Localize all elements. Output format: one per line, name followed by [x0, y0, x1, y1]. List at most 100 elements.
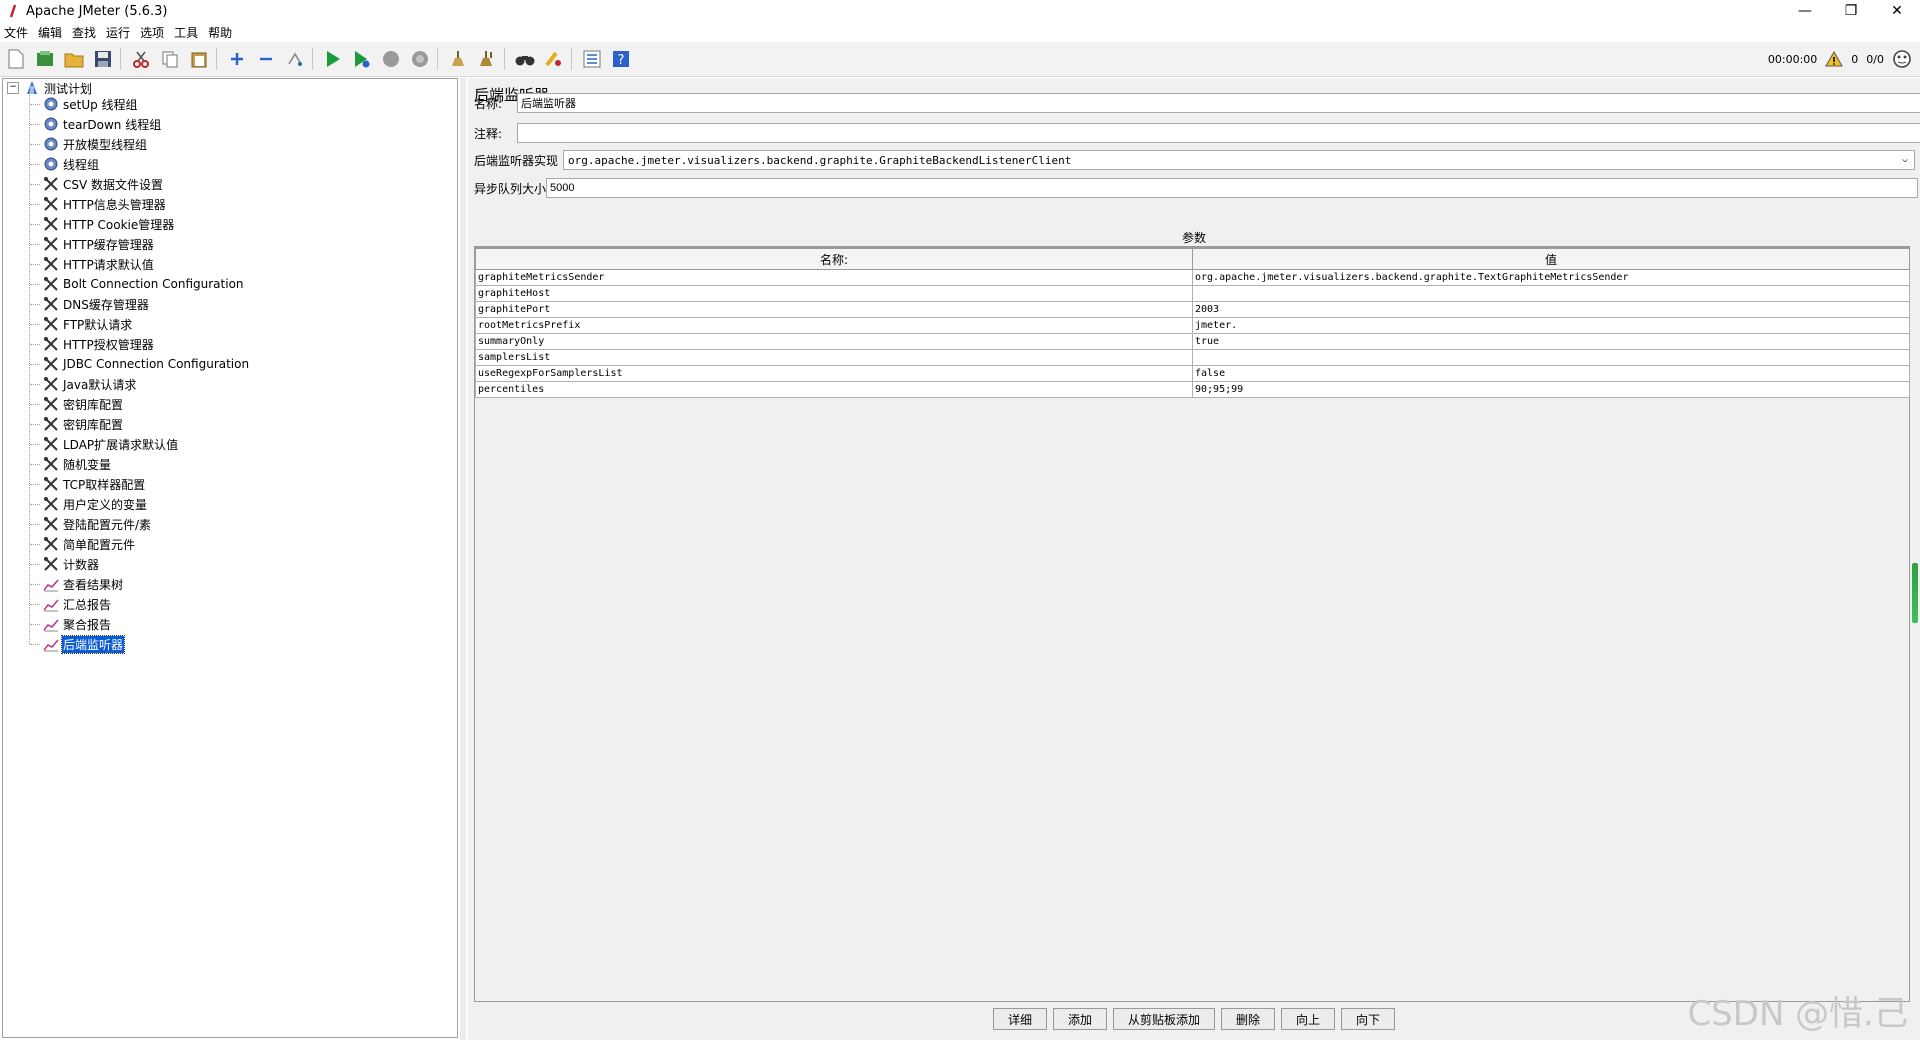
reset-search-button[interactable] — [541, 46, 567, 72]
parameter-value-cell[interactable]: org.apache.jmeter.visualizers.backend.gr… — [1192, 269, 1910, 286]
tree-node[interactable]: 用户定义的变量 — [43, 495, 148, 513]
open-button[interactable] — [61, 46, 87, 72]
close-button[interactable]: ✕ — [1874, 0, 1920, 22]
tree-node[interactable]: HTTP请求默认值 — [43, 255, 155, 273]
tree-node[interactable]: 开放模型线程组 — [43, 135, 148, 153]
table-row[interactable]: percentiles 90;95;99 — [475, 381, 1910, 398]
delete-button[interactable]: 删除 — [1221, 1008, 1276, 1030]
tree-node[interactable]: HTTP信息头管理器 — [43, 195, 167, 213]
tree-node[interactable]: 随机变量 — [43, 455, 112, 473]
add-from-clipboard-button[interactable]: 从剪贴板添加 — [1112, 1008, 1215, 1030]
parameter-name-cell[interactable]: graphiteHost — [475, 285, 1193, 302]
menu-run[interactable]: 运行 — [102, 24, 136, 41]
menu-help[interactable]: 帮助 — [204, 24, 238, 41]
cut-button[interactable] — [128, 46, 154, 72]
paste-button[interactable] — [186, 46, 212, 72]
save-button[interactable] — [90, 46, 116, 72]
column-header-value[interactable]: 值 — [1192, 247, 1910, 270]
tree-node[interactable]: 聚合报告 — [43, 615, 112, 633]
tree-node[interactable]: 简单配置元件 — [43, 535, 136, 553]
queue-size-input[interactable] — [546, 178, 1918, 198]
search-button[interactable] — [512, 46, 538, 72]
tree-node[interactable]: HTTP Cookie管理器 — [43, 215, 175, 233]
stop-button[interactable] — [378, 46, 404, 72]
parameter-name-cell[interactable]: useRegexpForSamplersList — [475, 365, 1193, 382]
parameter-value-cell[interactable]: 90;95;99 — [1192, 381, 1910, 398]
menu-edit[interactable]: 编辑 — [34, 24, 68, 41]
tree-node[interactable]: CSV 数据文件设置 — [43, 175, 164, 193]
start-no-pauses-button[interactable] — [349, 46, 375, 72]
tree-node[interactable]: 汇总报告 — [43, 595, 112, 613]
function-helper-button[interactable] — [579, 46, 605, 72]
detail-button[interactable]: 详细 — [992, 1008, 1047, 1030]
tree-node[interactable]: 登陆配置元件/素 — [43, 515, 152, 533]
collapse-button[interactable] — [253, 46, 279, 72]
new-button[interactable] — [3, 46, 29, 72]
minimize-button[interactable]: — — [1782, 0, 1828, 22]
toggle-button[interactable] — [282, 46, 308, 72]
tree-node[interactable]: 查看结果树 — [43, 575, 124, 593]
parameter-name-cell[interactable]: graphitePort — [475, 301, 1193, 318]
parameter-name-cell[interactable]: graphiteMetricsSender — [475, 269, 1193, 286]
table-row[interactable]: rootMetricsPrefix jmeter. — [475, 317, 1910, 334]
move-up-button[interactable]: 向上 — [1281, 1008, 1336, 1030]
clear-all-button[interactable] — [474, 46, 500, 72]
column-header-name[interactable]: 名称: — [475, 247, 1193, 270]
tree-node[interactable]: 密钥库配置 — [43, 415, 124, 433]
tree-node[interactable]: 计数器 — [43, 555, 100, 573]
tree-node[interactable]: tearDown 线程组 — [43, 115, 162, 133]
parameter-value-cell[interactable]: true — [1192, 333, 1910, 350]
tree-node[interactable]: 线程组 — [43, 155, 100, 173]
menu-search[interactable]: 查找 — [68, 24, 102, 41]
tree-node[interactable]: Java默认请求 — [43, 375, 137, 393]
menu-file[interactable]: 文件 — [0, 24, 34, 41]
copy-button[interactable] — [157, 46, 183, 72]
table-row[interactable]: graphitePort 2003 — [475, 301, 1910, 318]
start-button[interactable] — [320, 46, 346, 72]
menu-options[interactable]: 选项 — [136, 24, 170, 41]
tree-node[interactable]: 后端监听器 — [43, 634, 126, 654]
parameter-name-cell[interactable]: summaryOnly — [475, 333, 1193, 350]
tree-node[interactable]: FTP默认请求 — [43, 315, 133, 333]
tree-node[interactable]: Bolt Connection Configuration — [43, 275, 245, 293]
parameter-value-cell[interactable]: false — [1192, 365, 1910, 382]
parameter-value-cell[interactable]: 2003 — [1192, 301, 1910, 318]
tree-node[interactable]: DNS缓存管理器 — [43, 295, 150, 313]
restore-button[interactable]: ❐ — [1828, 0, 1874, 22]
tree-node[interactable]: 密钥库配置 — [43, 395, 124, 413]
scroll-indicator[interactable] — [1912, 563, 1918, 623]
tree-node[interactable]: JDBC Connection Configuration — [43, 355, 250, 373]
menu-tools[interactable]: 工具 — [170, 24, 204, 41]
parameter-name-cell[interactable]: rootMetricsPrefix — [475, 317, 1193, 334]
move-down-button[interactable]: 向下 — [1341, 1008, 1396, 1030]
tree-node[interactable]: setUp 线程组 — [43, 95, 139, 113]
parameter-value-cell[interactable] — [1192, 285, 1910, 302]
tree-node[interactable]: TCP取样器配置 — [43, 475, 146, 493]
table-row[interactable]: graphiteMetricsSender org.apache.jmeter.v… — [475, 269, 1910, 286]
wrench-icon — [43, 556, 59, 572]
parameter-name-cell[interactable]: percentiles — [475, 381, 1193, 398]
name-input[interactable] — [517, 93, 1920, 113]
add-button[interactable]: 添加 — [1052, 1008, 1107, 1030]
table-row[interactable]: summaryOnly true — [475, 333, 1910, 350]
help-button[interactable]: ? — [608, 46, 634, 72]
collapse-toggle-icon[interactable]: − — [7, 82, 19, 94]
toolbar-separator — [216, 48, 217, 70]
templates-button[interactable] — [32, 46, 58, 72]
parameter-value-cell[interactable] — [1192, 349, 1910, 366]
comment-input[interactable] — [517, 123, 1920, 143]
table-row[interactable]: samplersList — [475, 349, 1910, 366]
tree-node[interactable]: HTTP授权管理器 — [43, 335, 155, 353]
parameter-name-cell[interactable]: samplersList — [475, 349, 1193, 366]
clear-button[interactable] — [445, 46, 471, 72]
warning-icon[interactable] — [1825, 51, 1844, 67]
parameter-value-cell[interactable]: jmeter. — [1192, 317, 1910, 334]
expand-button[interactable] — [224, 46, 250, 72]
table-row[interactable]: useRegexpForSamplersList false — [475, 365, 1910, 382]
split-pane-divider[interactable] — [460, 78, 466, 1040]
shutdown-button[interactable] — [407, 46, 433, 72]
tree-node[interactable]: LDAP扩展请求默认值 — [43, 435, 179, 453]
tree-node[interactable]: HTTP缓存管理器 — [43, 235, 155, 253]
table-row[interactable]: graphiteHost — [475, 285, 1910, 302]
implementation-select[interactable]: org.apache.jmeter.visualizers.backend.gr… — [563, 150, 1915, 170]
